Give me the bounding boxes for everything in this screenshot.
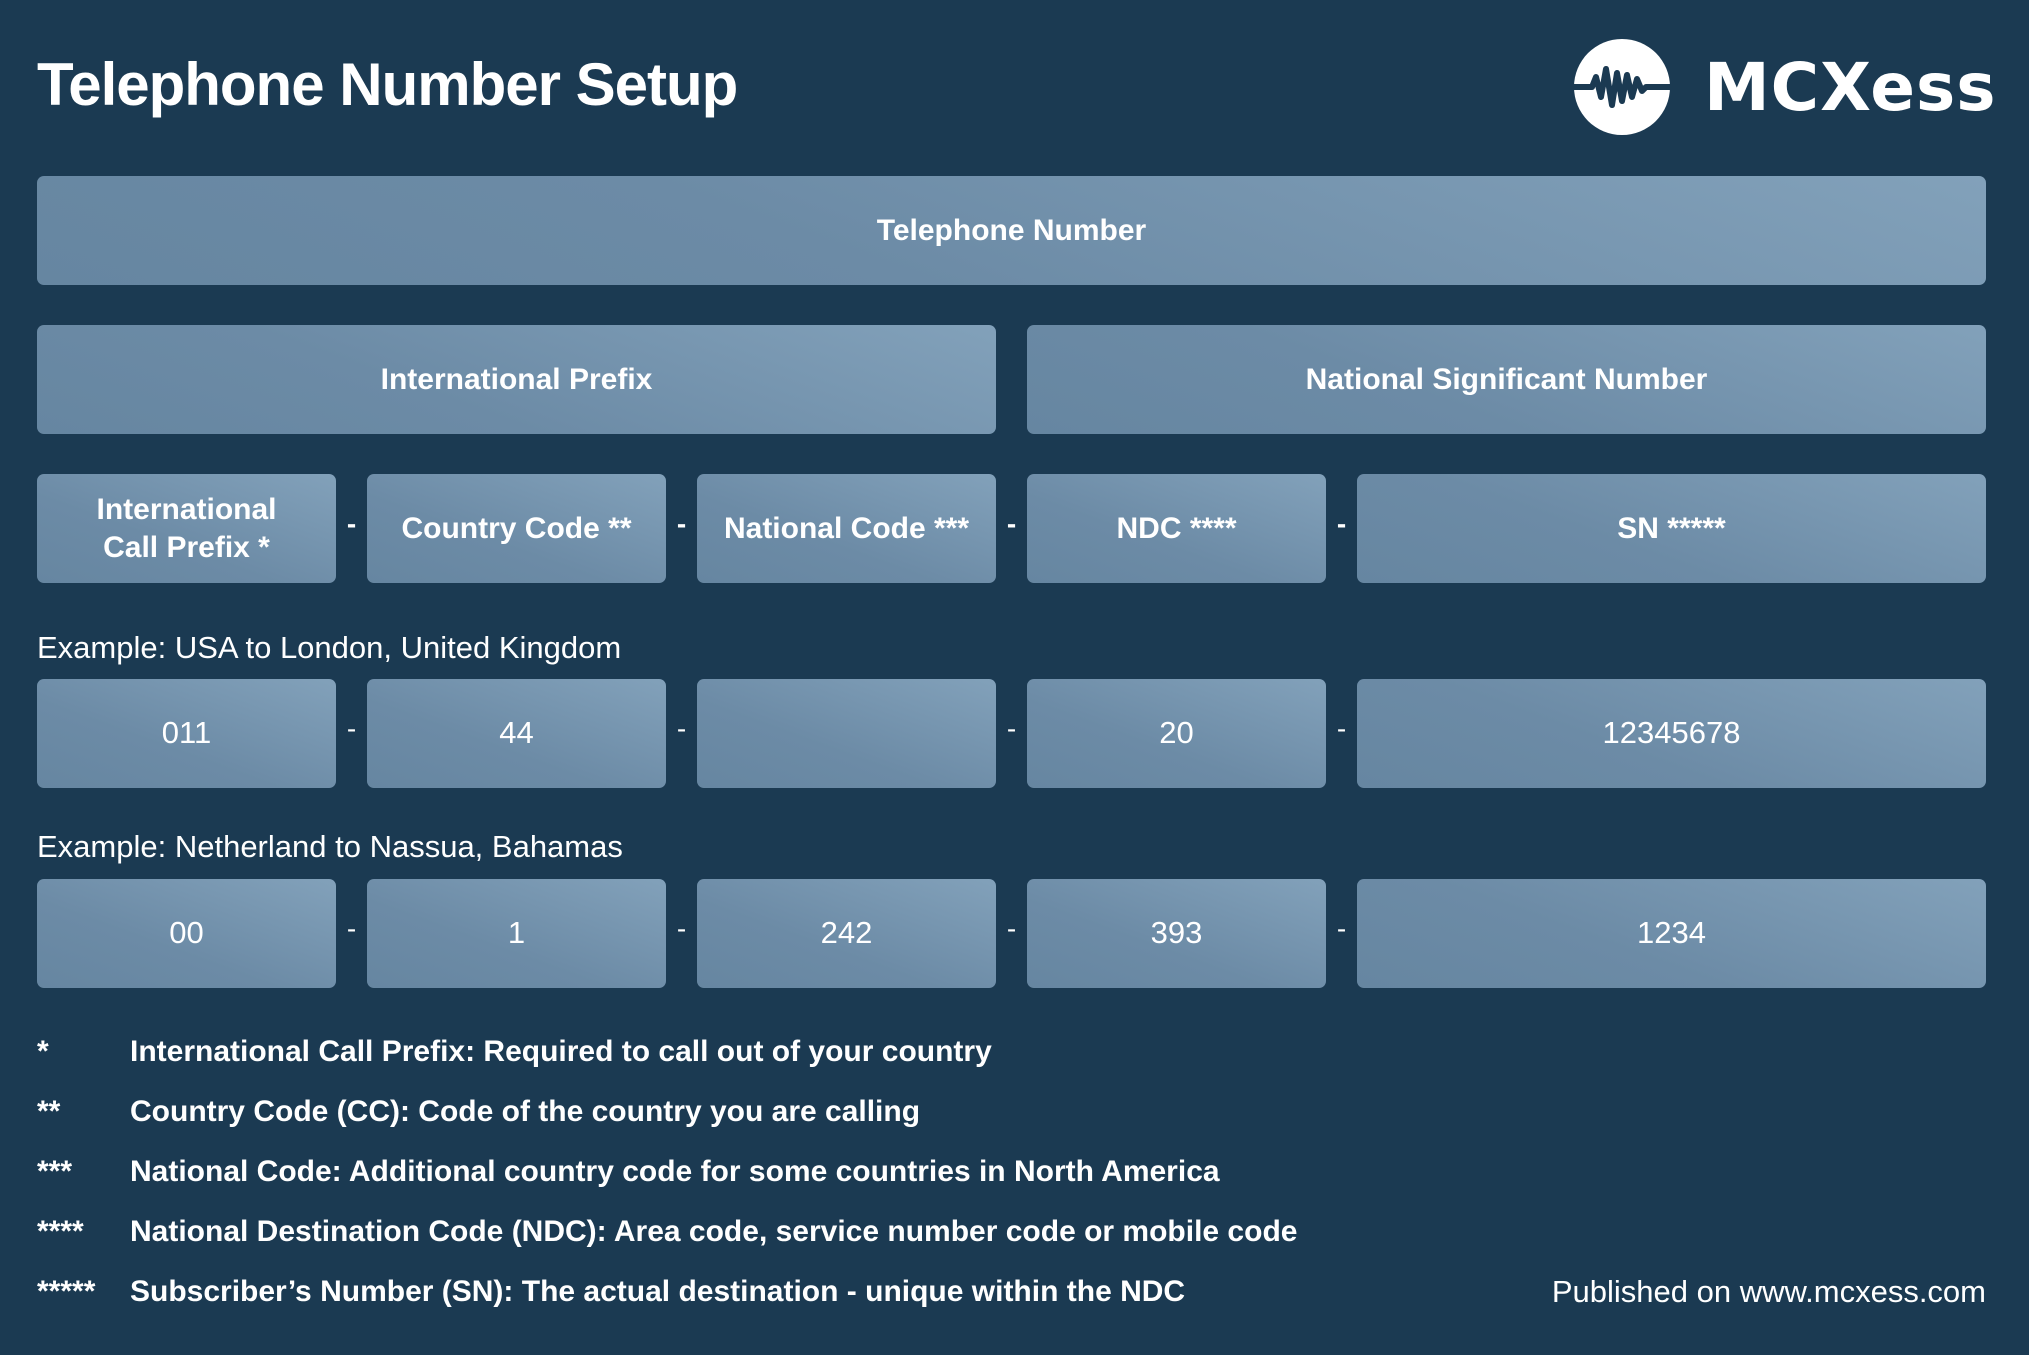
footnote-text: International Call Prefix: Required to c… xyxy=(130,1035,992,1068)
published-credit: Published on www.mcxess.com xyxy=(1551,1274,1986,1309)
example-1-value-national-code xyxy=(697,679,996,788)
component-label: SN ***** xyxy=(1617,511,1726,545)
component-label: NDC **** xyxy=(1116,511,1237,545)
value-text: 011 xyxy=(161,715,212,751)
separator-dash: - xyxy=(1336,713,1347,744)
national-significant-number-label: National Significant Number xyxy=(1305,362,1708,396)
international-prefix-box: International Prefix xyxy=(37,325,996,434)
component-national-code: National Code *** xyxy=(697,474,996,583)
brand-name: MCXess xyxy=(1704,48,1997,126)
footnote-mark: **** xyxy=(37,1215,84,1248)
telephone-number-label: Telephone Number xyxy=(876,213,1147,247)
separator-dash: - xyxy=(1006,713,1017,744)
value-text: 1234 xyxy=(1637,915,1706,951)
example-2-value-national-code: 242 xyxy=(697,879,996,988)
separator-dash: - xyxy=(676,913,687,944)
example-1-value-ndc: 20 xyxy=(1027,679,1326,788)
footnote-mark: ***** xyxy=(37,1275,96,1308)
footnote-mark: * xyxy=(37,1035,49,1068)
example-2-value-icp: 00 xyxy=(37,879,336,988)
separator-dash: - xyxy=(676,508,687,539)
component-sn: SN ***** xyxy=(1357,474,1986,583)
value-text: 00 xyxy=(169,915,204,951)
footnote-mark: ** xyxy=(37,1095,61,1128)
component-ndc: NDC **** xyxy=(1027,474,1326,583)
footnote: **** National Destination Code (NDC): Ar… xyxy=(37,1215,1297,1249)
separator-dash: - xyxy=(676,713,687,744)
component-label: International Call Prefix * xyxy=(96,491,276,566)
value-text: 242 xyxy=(820,915,873,951)
example-1-value-sn: 12345678 xyxy=(1357,679,1986,788)
page-title: Telephone Number Setup xyxy=(37,51,738,118)
separator-dash: - xyxy=(346,913,357,944)
component-label: Country Code ** xyxy=(401,511,632,545)
component-label: National Code *** xyxy=(723,511,970,545)
footnote: ***** Subscriber’s Number (SN): The actu… xyxy=(37,1275,1185,1309)
value-text: 12345678 xyxy=(1602,715,1741,751)
separator-dash: - xyxy=(1006,508,1017,539)
brand-logo: MCXess xyxy=(1574,38,1997,136)
separator-dash: - xyxy=(346,508,357,539)
telephone-number-box: Telephone Number xyxy=(37,176,1986,285)
value-text: 44 xyxy=(499,715,534,751)
separator-dash: - xyxy=(1336,508,1347,539)
example-2-value-cc: 1 xyxy=(367,879,666,988)
footnote: * International Call Prefix: Required to… xyxy=(37,1035,992,1069)
component-label-line2: Call Prefix * xyxy=(103,530,270,564)
example-1-label: Example: USA to London, United Kingdom xyxy=(37,630,622,665)
component-label-line1: International xyxy=(96,493,277,526)
national-significant-number-box: National Significant Number xyxy=(1027,325,1986,434)
component-international-call-prefix: International Call Prefix * xyxy=(37,474,336,583)
example-1-value-icp: 011 xyxy=(37,679,336,788)
footnote: ** Country Code (CC): Code of the countr… xyxy=(37,1095,920,1129)
example-2-label: Example: Netherland to Nassua, Bahamas xyxy=(37,829,623,864)
separator-dash: - xyxy=(346,713,357,744)
footnote-text: National Code: Additional country code f… xyxy=(130,1155,1220,1188)
value-text: 20 xyxy=(1159,715,1194,751)
footnote-text: National Destination Code (NDC): Area co… xyxy=(130,1215,1298,1248)
separator-dash: - xyxy=(1006,913,1017,944)
footnote-text: Subscriber’s Number (SN): The actual des… xyxy=(130,1275,1186,1308)
component-country-code: Country Code ** xyxy=(367,474,666,583)
separator-dash: - xyxy=(1336,913,1347,944)
footnote-text: Country Code (CC): Code of the country y… xyxy=(130,1095,921,1128)
value-text: 1 xyxy=(507,915,526,951)
footnote: *** National Code: Additional country co… xyxy=(37,1155,1220,1189)
waveform-circle-icon xyxy=(1574,39,1670,135)
example-1-value-cc: 44 xyxy=(367,679,666,788)
example-2-value-sn: 1234 xyxy=(1357,879,1986,988)
international-prefix-label: International Prefix xyxy=(380,362,653,396)
value-text: 393 xyxy=(1150,915,1203,951)
example-2-value-ndc: 393 xyxy=(1027,879,1326,988)
footnote-mark: *** xyxy=(37,1155,73,1188)
